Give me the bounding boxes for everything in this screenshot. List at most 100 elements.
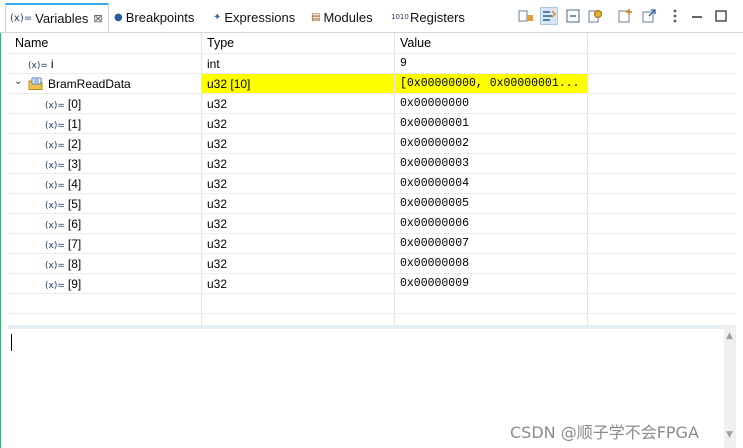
variable-icon: (x)= — [45, 281, 65, 291]
array-element-row[interactable]: (x)= [8] u32 0x00000008 — [8, 253, 736, 273]
variable-icon: (x)= — [45, 181, 65, 191]
variable-value: 0x00000009 — [400, 277, 470, 290]
view-tab-bar: (x)= Variables ⊠ ● Breakpoints ✦ Express… — [0, 0, 743, 33]
variable-icon: (x)= — [45, 121, 65, 131]
variable-name-cell: (x)= [1] — [45, 117, 81, 131]
tab-registers-label: Registers — [410, 9, 465, 25]
variable-type: u32 — [207, 257, 228, 271]
variable-icon: (x)= — [45, 101, 65, 111]
variable-value: 0x00000003 — [400, 157, 470, 170]
scroll-down-icon[interactable]: ▼ — [726, 430, 733, 440]
variable-type: u32 — [207, 277, 228, 291]
variable-type: u32 [10] — [207, 77, 251, 91]
variable-name: [7] — [67, 237, 82, 251]
table-header: Name Type Value — [8, 33, 736, 53]
variable-name-cell: (x)= [4] — [45, 177, 81, 191]
empty-row — [8, 313, 736, 325]
variable-value: 0x00000005 — [400, 197, 470, 210]
variable-name: [5] — [67, 197, 82, 211]
variable-row-bramreaddata[interactable]: ⌄ BramReadData u32 [10] [0x00000000, 0x0… — [8, 73, 736, 94]
array-element-row[interactable]: (x)= [7] u32 0x00000007 — [8, 233, 736, 253]
expressions-icon: ✦ — [213, 11, 222, 23]
variable-type: u32 — [207, 197, 228, 211]
variable-name: [8] — [67, 257, 82, 271]
variable-name: [3] — [67, 157, 82, 171]
array-element-row[interactable]: (x)= [5] u32 0x00000005 — [8, 193, 736, 213]
watermark: CSDN @顺子学不会FPGA — [510, 423, 699, 442]
tab-breakpoints-label: Breakpoints — [125, 9, 195, 25]
variable-type: u32 — [207, 97, 228, 111]
variable-icon: (x)= — [45, 241, 65, 251]
tab-modules-label: Modules — [323, 9, 373, 25]
variable-row-i[interactable]: (x)= i int 9 — [8, 53, 736, 73]
variable-value: 0x00000007 — [400, 237, 470, 250]
variable-value: 0x00000001 — [400, 117, 470, 130]
tab-variables-label: Variables — [35, 11, 89, 26]
variable-name: [9] — [67, 277, 82, 291]
text-cursor — [11, 334, 12, 351]
variable-name-cell: (x)= [7] — [45, 237, 81, 251]
column-header-value[interactable]: Value — [400, 36, 431, 50]
array-element-row[interactable]: (x)= [4] u32 0x00000004 — [8, 173, 736, 193]
tab-breakpoints[interactable]: ● Breakpoints — [114, 5, 194, 29]
tab-expressions-label: Expressions — [224, 9, 296, 25]
variable-type: u32 — [207, 177, 228, 191]
tab-variables[interactable]: (x)= Variables ⊠ — [5, 3, 109, 32]
variable-icon: (x)= — [28, 61, 48, 71]
empty-row — [8, 293, 736, 313]
array-element-row[interactable]: (x)= [6] u32 0x00000006 — [8, 213, 736, 233]
variable-type: u32 — [207, 117, 228, 131]
array-element-row[interactable]: (x)= [2] u32 0x00000002 — [8, 133, 736, 153]
view-focus-border — [0, 33, 1, 448]
detail-scrollbar[interactable]: ▲ ▼ — [724, 325, 736, 448]
variable-value: 9 — [400, 57, 407, 70]
minimize-icon[interactable] — [689, 8, 705, 24]
variable-name: [4] — [67, 177, 82, 191]
tab-registers[interactable]: 1010 Registers — [391, 5, 465, 29]
tab-expressions[interactable]: ✦ Expressions — [213, 5, 295, 29]
variable-name-cell: (x)= [2] — [45, 137, 81, 151]
view-menu-icon[interactable] — [667, 8, 683, 24]
variable-name-cell: (x)= i — [28, 57, 54, 71]
variable-name: i — [50, 57, 54, 71]
variable-type: u32 — [207, 217, 228, 231]
variable-type: u32 — [207, 237, 228, 251]
new-view-icon[interactable] — [641, 8, 657, 24]
column-header-type[interactable]: Type — [207, 36, 234, 50]
variable-icon: (x)= — [45, 161, 65, 171]
variable-name-cell: (x)= [3] — [45, 157, 81, 171]
variable-value: 0x00000004 — [400, 177, 470, 190]
variable-name-cell: (x)= [5] — [45, 197, 81, 211]
maximize-icon[interactable] — [713, 8, 729, 24]
variable-name-cell: (x)= [6] — [45, 217, 81, 231]
variable-name-cell: (x)= [9] — [45, 277, 81, 291]
variable-name: [1] — [67, 117, 82, 131]
chevron-down-icon[interactable]: ⌄ — [14, 76, 22, 87]
pin-icon[interactable] — [587, 8, 603, 24]
array-element-row[interactable]: (x)= [9] u32 0x00000009 — [8, 273, 736, 293]
variables-tree-table[interactable]: Name Type Value (x)= i int 9 ⌄ BramReadDa… — [8, 33, 736, 325]
variable-name-cell: (x)= [8] — [45, 257, 81, 271]
variable-icon: (x)= — [45, 201, 65, 211]
column-header-name[interactable]: Name — [15, 36, 48, 50]
show-type-names-icon[interactable] — [518, 8, 534, 24]
variable-name: [6] — [67, 217, 82, 231]
scroll-up-icon[interactable]: ▲ — [726, 331, 733, 341]
tab-modules[interactable]: ▤ Modules — [311, 5, 373, 29]
array-element-row[interactable]: (x)= [3] u32 0x00000003 — [8, 153, 736, 173]
registers-icon: 1010 — [391, 12, 409, 21]
variable-name-cell: (x)= [0] — [45, 97, 81, 111]
breakpoints-icon: ● — [114, 11, 123, 23]
variable-icon: (x)= — [45, 141, 65, 151]
variable-name: BramReadData — [48, 77, 131, 91]
array-element-row[interactable]: (x)= [1] u32 0x00000001 — [8, 113, 736, 133]
array-variable-icon — [28, 77, 43, 90]
collapse-all-icon[interactable] — [565, 8, 581, 24]
variable-type: u32 — [207, 137, 228, 151]
add-expression-icon[interactable] — [617, 8, 633, 24]
variable-name: [2] — [67, 137, 82, 151]
show-logical-structure-icon[interactable] — [540, 7, 558, 25]
close-icon[interactable]: ⊠ — [93, 12, 102, 25]
array-element-row[interactable]: (x)= [0] u32 0x00000000 — [8, 93, 736, 113]
variable-name: [0] — [67, 97, 82, 111]
